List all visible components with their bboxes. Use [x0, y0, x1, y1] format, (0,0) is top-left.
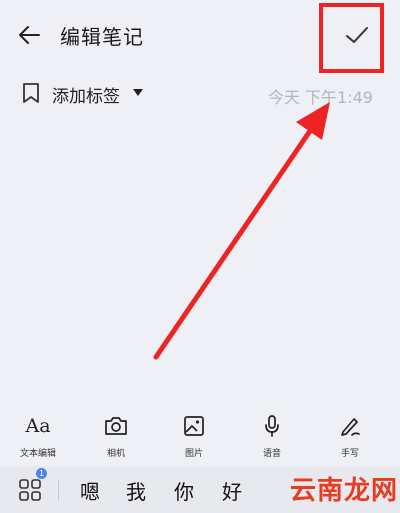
check-icon — [346, 27, 368, 43]
image-icon — [184, 416, 204, 436]
header-bar: 编辑笔记 — [0, 0, 400, 73]
page-title: 编辑笔记 — [60, 25, 144, 49]
camera-label: 相机 — [106, 449, 125, 459]
handwriting-button[interactable]: 手写 — [320, 412, 380, 466]
arrow-left-icon — [19, 26, 40, 44]
microphone-icon — [265, 415, 279, 437]
image-label: 图片 — [184, 449, 203, 459]
editor-toolbar: Aa 文本编辑 相机 图片 语音 手写 — [0, 412, 400, 466]
text-format-icon: Aa — [25, 415, 51, 437]
handwriting-label: 手写 — [340, 449, 359, 459]
camera-button[interactable]: 相机 — [86, 412, 146, 466]
voice-label: 语音 — [262, 449, 281, 459]
note-editor-screen: 编辑笔记 添加标签 今天 下午1:49 Aa 文本编辑 相机 图片 语音 手写 … — [0, 0, 400, 513]
tag-row: 添加标签 今天 下午1:49 — [0, 78, 400, 110]
note-timestamp: 今天 下午1:49 — [267, 88, 373, 107]
notification-badge: 1 — [36, 468, 47, 479]
text-edit-label: 文本编辑 — [19, 449, 56, 459]
divider — [58, 479, 59, 501]
text-edit-button[interactable]: Aa 文本编辑 — [8, 412, 68, 466]
candidate-word[interactable]: 你 — [174, 476, 194, 505]
caret-down-icon[interactable] — [133, 89, 143, 96]
back-button[interactable] — [14, 20, 44, 50]
bookmark-icon — [23, 83, 39, 103]
handwriting-icon — [341, 418, 360, 436]
camera-icon — [105, 417, 127, 435]
candidate-word[interactable]: 好 — [222, 476, 242, 505]
save-confirm-button[interactable] — [340, 20, 374, 50]
add-tag-button[interactable]: 添加标签 — [52, 82, 120, 107]
candidate-word[interactable]: 嗯 — [80, 476, 100, 505]
voice-button[interactable]: 语音 — [242, 412, 302, 466]
candidate-word[interactable]: 我 — [126, 476, 146, 505]
keyboard-candidate-bar: 1 嗯 我 你 好 — [0, 466, 400, 513]
grid-icon[interactable] — [18, 478, 42, 502]
image-button[interactable]: 图片 — [164, 412, 224, 466]
